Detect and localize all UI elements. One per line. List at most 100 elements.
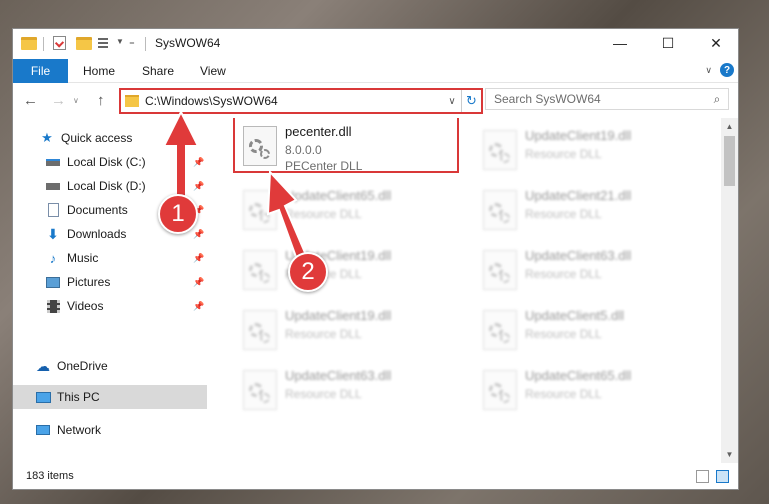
- file-description: Resource DLL: [285, 327, 362, 341]
- file-name: UpdateClient21.dll: [525, 188, 632, 203]
- help-icon[interactable]: ?: [720, 63, 734, 77]
- new-folder-icon[interactable]: [76, 37, 92, 50]
- tab-home[interactable]: Home: [83, 64, 115, 78]
- qat-menu-icon[interactable]: ₌: [129, 35, 135, 48]
- refresh-icon[interactable]: ↻: [461, 90, 481, 112]
- close-button[interactable]: ✕: [693, 29, 738, 57]
- file-description: Resource DLL: [525, 267, 602, 281]
- back-arrow-icon[interactable]: ←: [23, 92, 38, 109]
- address-folder-icon: [125, 95, 139, 107]
- dll-file-icon: [243, 250, 277, 290]
- dll-file-icon: [483, 250, 517, 290]
- file-name: UpdateClient19.dll: [525, 128, 632, 143]
- cloud-icon: ☁: [36, 357, 50, 374]
- sidebar-item-videos[interactable]: Videos 📌: [13, 294, 207, 318]
- file-name: UpdateClient19.dll: [285, 308, 392, 323]
- ribbon: File Home Share View ∨ ?: [13, 59, 738, 83]
- file-tile[interactable]: UpdateClient63.dll Resource DLL: [477, 246, 707, 304]
- file-tile[interactable]: UpdateClient21.dll Resource DLL: [477, 186, 707, 244]
- pin-icon[interactable]: 📌: [193, 229, 204, 240]
- file-tile[interactable]: UpdateClient65.dll Resource DLL: [477, 366, 707, 424]
- folder-icon: [21, 37, 37, 50]
- sidebar-item-label: Pictures: [67, 275, 111, 289]
- sidebar-item-label: Network: [57, 423, 102, 437]
- vertical-scrollbar[interactable]: ▲ ▼: [721, 118, 738, 463]
- scroll-up-arrow-icon[interactable]: ▲: [721, 118, 738, 135]
- file-highlight-box: [233, 118, 459, 173]
- sidebar-item-this-pc[interactable]: This PC: [13, 385, 207, 409]
- file-tile[interactable]: UpdateClient65.dll Resource DLL: [237, 186, 467, 244]
- pin-icon[interactable]: 📌: [193, 157, 204, 168]
- tab-view[interactable]: View: [200, 64, 226, 78]
- customize-quick-access-icon[interactable]: [98, 36, 112, 50]
- file-tile[interactable]: UpdateClient19.dll Resource DLL: [237, 246, 467, 304]
- address-history-chevron-icon[interactable]: ∨: [443, 96, 461, 107]
- sidebar-item-label: Downloads: [67, 227, 127, 241]
- drive-icon: [45, 179, 61, 193]
- search-input[interactable]: Search SysWOW64: [494, 92, 706, 106]
- status-bar: 183 items: [13, 463, 738, 489]
- dll-file-icon: [483, 310, 517, 350]
- details-view-icon[interactable]: [696, 470, 709, 483]
- file-name: UpdateClient5.dll: [525, 308, 625, 323]
- forward-arrow-icon[interactable]: →: [51, 92, 66, 109]
- maximize-button[interactable]: ☐: [645, 29, 691, 57]
- search-box[interactable]: Search SysWOW64 ⌕: [485, 88, 729, 110]
- sidebar-item-pictures[interactable]: Pictures 📌: [13, 270, 207, 294]
- file-tile[interactable]: UpdateClient19.dll Resource DLL: [237, 306, 467, 364]
- sidebar-item-network[interactable]: Network: [13, 418, 207, 442]
- sidebar-item-onedrive[interactable]: ☁ OneDrive: [13, 354, 207, 378]
- scroll-thumb[interactable]: [724, 136, 735, 186]
- file-name: UpdateClient65.dll: [285, 188, 392, 203]
- documents-icon: [45, 203, 61, 217]
- pin-icon[interactable]: 📌: [193, 181, 204, 192]
- expand-ribbon-chevron-icon[interactable]: ∨: [705, 65, 712, 76]
- file-description: Resource DLL: [525, 327, 602, 341]
- pictures-icon: [45, 275, 61, 289]
- dll-file-icon: [243, 190, 277, 230]
- large-icons-view-icon[interactable]: [716, 470, 729, 483]
- file-tile[interactable]: UpdateClient5.dll Resource DLL: [477, 306, 707, 364]
- file-description: Resource DLL: [525, 387, 602, 401]
- dll-file-icon: [243, 370, 277, 410]
- file-description: Resource DLL: [285, 207, 362, 221]
- up-arrow-icon[interactable]: ↑: [97, 92, 105, 109]
- dll-file-icon: [483, 190, 517, 230]
- sidebar-item-music[interactable]: ♪ Music 📌: [13, 246, 207, 270]
- title-bar: ▼ ₌ SysWOW64 — ☐ ✕: [13, 29, 738, 59]
- pin-icon[interactable]: 📌: [193, 253, 204, 264]
- search-icon[interactable]: ⌕: [706, 92, 728, 107]
- address-bar[interactable]: C:\Windows\SysWOW64 ∨ ↻: [119, 88, 483, 114]
- file-description: Resource DLL: [525, 207, 602, 221]
- file-tile[interactable]: UpdateClient19.dll Resource DLL: [477, 126, 707, 184]
- sidebar-item-label: Music: [67, 251, 99, 265]
- pin-icon[interactable]: 📌: [193, 301, 204, 312]
- minimize-button[interactable]: —: [597, 29, 643, 57]
- file-list: pecenter.dll 8.0.0.0 PECenter DLL Update…: [207, 118, 721, 463]
- file-name: UpdateClient63.dll: [285, 368, 392, 383]
- sidebar-item-local-disk-c[interactable]: Local Disk (C:) 📌: [13, 150, 207, 174]
- title-separator-2: [145, 37, 146, 51]
- properties-icon[interactable]: [53, 36, 66, 50]
- network-icon: [35, 423, 51, 437]
- sidebar-item-label: Videos: [67, 299, 104, 313]
- navigation-bar: ← → ∨ ↑ C:\Windows\SysWOW64 ∨ ↻ Search S…: [13, 84, 738, 118]
- drive-icon: [45, 155, 61, 169]
- music-icon: ♪: [49, 250, 57, 266]
- tab-share[interactable]: Share: [142, 64, 174, 78]
- file-name: UpdateClient65.dll: [525, 368, 632, 383]
- ribbon-controls: ∨ ?: [705, 63, 734, 77]
- recent-locations-chevron-icon[interactable]: ∨: [73, 96, 79, 105]
- address-path[interactable]: C:\Windows\SysWOW64: [145, 94, 443, 108]
- sidebar-item-quick-access[interactable]: ★ Quick access: [13, 126, 207, 150]
- scroll-down-arrow-icon[interactable]: ▼: [721, 446, 738, 463]
- downloads-icon: ⬇: [47, 225, 59, 242]
- pin-icon[interactable]: 📌: [193, 277, 204, 288]
- star-icon: ★: [41, 130, 53, 145]
- file-tab[interactable]: File: [13, 59, 68, 83]
- sidebar-item-label: This PC: [57, 390, 100, 404]
- dropdown-chevron-icon[interactable]: ▼: [116, 37, 124, 46]
- annotation-marker-2: 2: [288, 252, 328, 292]
- file-tile[interactable]: UpdateClient63.dll Resource DLL: [237, 366, 467, 424]
- file-description: Resource DLL: [525, 147, 602, 161]
